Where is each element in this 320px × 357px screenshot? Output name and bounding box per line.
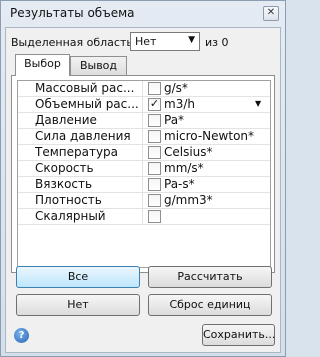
result-row-unit: Pa-s* (164, 177, 195, 191)
tab-select[interactable]: Выбор (15, 54, 70, 76)
result-row-unit: g/s* (164, 81, 188, 95)
result-row-label: Скорость (35, 161, 143, 176)
result-row: Сила давления micro-Newton* (18, 129, 270, 145)
result-row-checkbox[interactable] (148, 178, 161, 191)
result-row-unit: g/mm3* (164, 193, 213, 207)
result-row: Плотность g/mm3* (18, 193, 270, 209)
close-button[interactable]: ✕ (263, 6, 279, 21)
dialog-body: Выделенная область: Нет ▼ из 0 Выбор Выв… (5, 27, 281, 353)
result-row-label: Сила давления (35, 129, 143, 144)
result-row-checkbox[interactable] (148, 130, 161, 143)
result-row-unit: m3/h (164, 97, 195, 111)
result-row-label: Давление (35, 113, 143, 128)
result-row-unit: Celsius* (164, 145, 213, 159)
select-none-button[interactable]: Нет (16, 294, 140, 316)
result-row-unit: Pa* (164, 113, 185, 127)
result-row: Скорость mm/s* (18, 161, 270, 177)
result-row-label: Температура (35, 145, 143, 160)
window-title: Результаты объема (10, 6, 135, 20)
result-row-checkbox[interactable] (148, 194, 161, 207)
save-button[interactable]: Сохранить... (202, 324, 275, 346)
result-row-label: Массовый рас... (35, 81, 143, 96)
title-bar[interactable]: Результаты объема ✕ (1, 1, 285, 27)
calculate-button[interactable]: Рассчитать (148, 266, 272, 288)
results-volume-window: Результаты объема ✕ Выделенная область: … (0, 0, 286, 357)
help-icon[interactable]: ? (14, 328, 29, 343)
result-row-checkbox[interactable]: ✓ (148, 98, 161, 111)
results-grid: Массовый рас... g/s* Объемный рас... ✓ m3/h ▼… (17, 80, 271, 268)
reset-units-button[interactable]: Сброс единиц (148, 294, 272, 316)
unit-dropdown-arrow-icon[interactable]: ▼ (255, 99, 261, 108)
result-row-checkbox[interactable] (148, 162, 161, 175)
result-row: Массовый рас... g/s* (18, 81, 270, 97)
result-row: Объемный рас... ✓ m3/h ▼ (18, 97, 270, 113)
result-row-label: Объемный рас... (35, 97, 143, 112)
tab-panel-select: Массовый рас... g/s* Объемный рас... ✓ m3/h ▼… (11, 75, 275, 273)
selection-label: Выделенная область: (11, 36, 137, 49)
chevron-down-icon: ▼ (188, 35, 195, 45)
result-row-checkbox[interactable] (148, 82, 161, 95)
selection-count: из 0 (205, 36, 229, 49)
result-row: Давление Pa* (18, 113, 270, 129)
result-row-unit: mm/s* (164, 161, 204, 175)
selection-dropdown[interactable]: Нет ▼ (130, 32, 200, 51)
result-row-checkbox[interactable] (148, 146, 161, 159)
result-row: Температура Celsius* (18, 145, 270, 161)
result-row: Вязкость Pa-s* (18, 177, 270, 193)
result-row-unit: micro-Newton* (164, 129, 255, 143)
tab-output[interactable]: Вывод (70, 56, 127, 76)
result-row: Скалярный (18, 209, 270, 225)
select-all-button[interactable]: Все (16, 266, 140, 288)
result-row-label: Вязкость (35, 177, 143, 192)
result-row-label: Скалярный (35, 209, 143, 224)
result-row-checkbox[interactable] (148, 210, 161, 223)
selection-value: Нет (135, 35, 157, 48)
result-row-label: Плотность (35, 193, 143, 208)
result-row-checkbox[interactable] (148, 114, 161, 127)
